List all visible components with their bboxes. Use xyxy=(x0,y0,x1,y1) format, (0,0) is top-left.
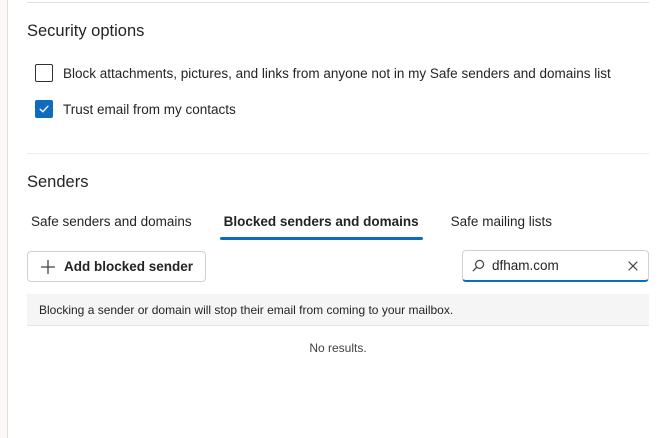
add-blocked-sender-label: Add blocked sender xyxy=(64,259,194,274)
block-attachments-option[interactable]: Block attachments, pictures, and links f… xyxy=(35,64,611,82)
block-attachments-checkbox[interactable] xyxy=(35,64,53,82)
security-options-title: Security options xyxy=(27,22,145,40)
block-attachments-label: Block attachments, pictures, and links f… xyxy=(63,65,611,81)
senders-tabs: Safe senders and domains Blocked senders… xyxy=(27,208,580,240)
empty-results-message: No results. xyxy=(309,341,367,355)
tab-safe-mailing-lists[interactable]: Safe mailing lists xyxy=(447,208,556,240)
search-icon xyxy=(472,259,485,272)
checkmark-icon xyxy=(39,105,49,113)
close-icon xyxy=(628,260,638,271)
tab-blocked-senders[interactable]: Blocked senders and domains xyxy=(219,208,423,240)
senders-title: Senders xyxy=(27,173,89,191)
clear-search-button[interactable] xyxy=(626,259,640,273)
section-divider xyxy=(27,153,649,154)
search-box[interactable] xyxy=(462,250,649,282)
tab-safe-senders[interactable]: Safe senders and domains xyxy=(27,208,196,240)
left-rail xyxy=(0,0,8,438)
plus-icon xyxy=(40,259,56,274)
trust-contacts-label: Trust email from my contacts xyxy=(63,101,236,117)
section-divider xyxy=(27,2,649,3)
add-blocked-sender-button[interactable]: Add blocked sender xyxy=(27,251,206,282)
blocked-senders-info-bar: Blocking a sender or domain will stop th… xyxy=(27,294,649,326)
info-text: Blocking a sender or domain will stop th… xyxy=(39,302,454,317)
trust-contacts-checkbox[interactable] xyxy=(35,100,53,118)
trust-contacts-option[interactable]: Trust email from my contacts xyxy=(35,100,236,118)
search-input[interactable] xyxy=(492,258,626,273)
